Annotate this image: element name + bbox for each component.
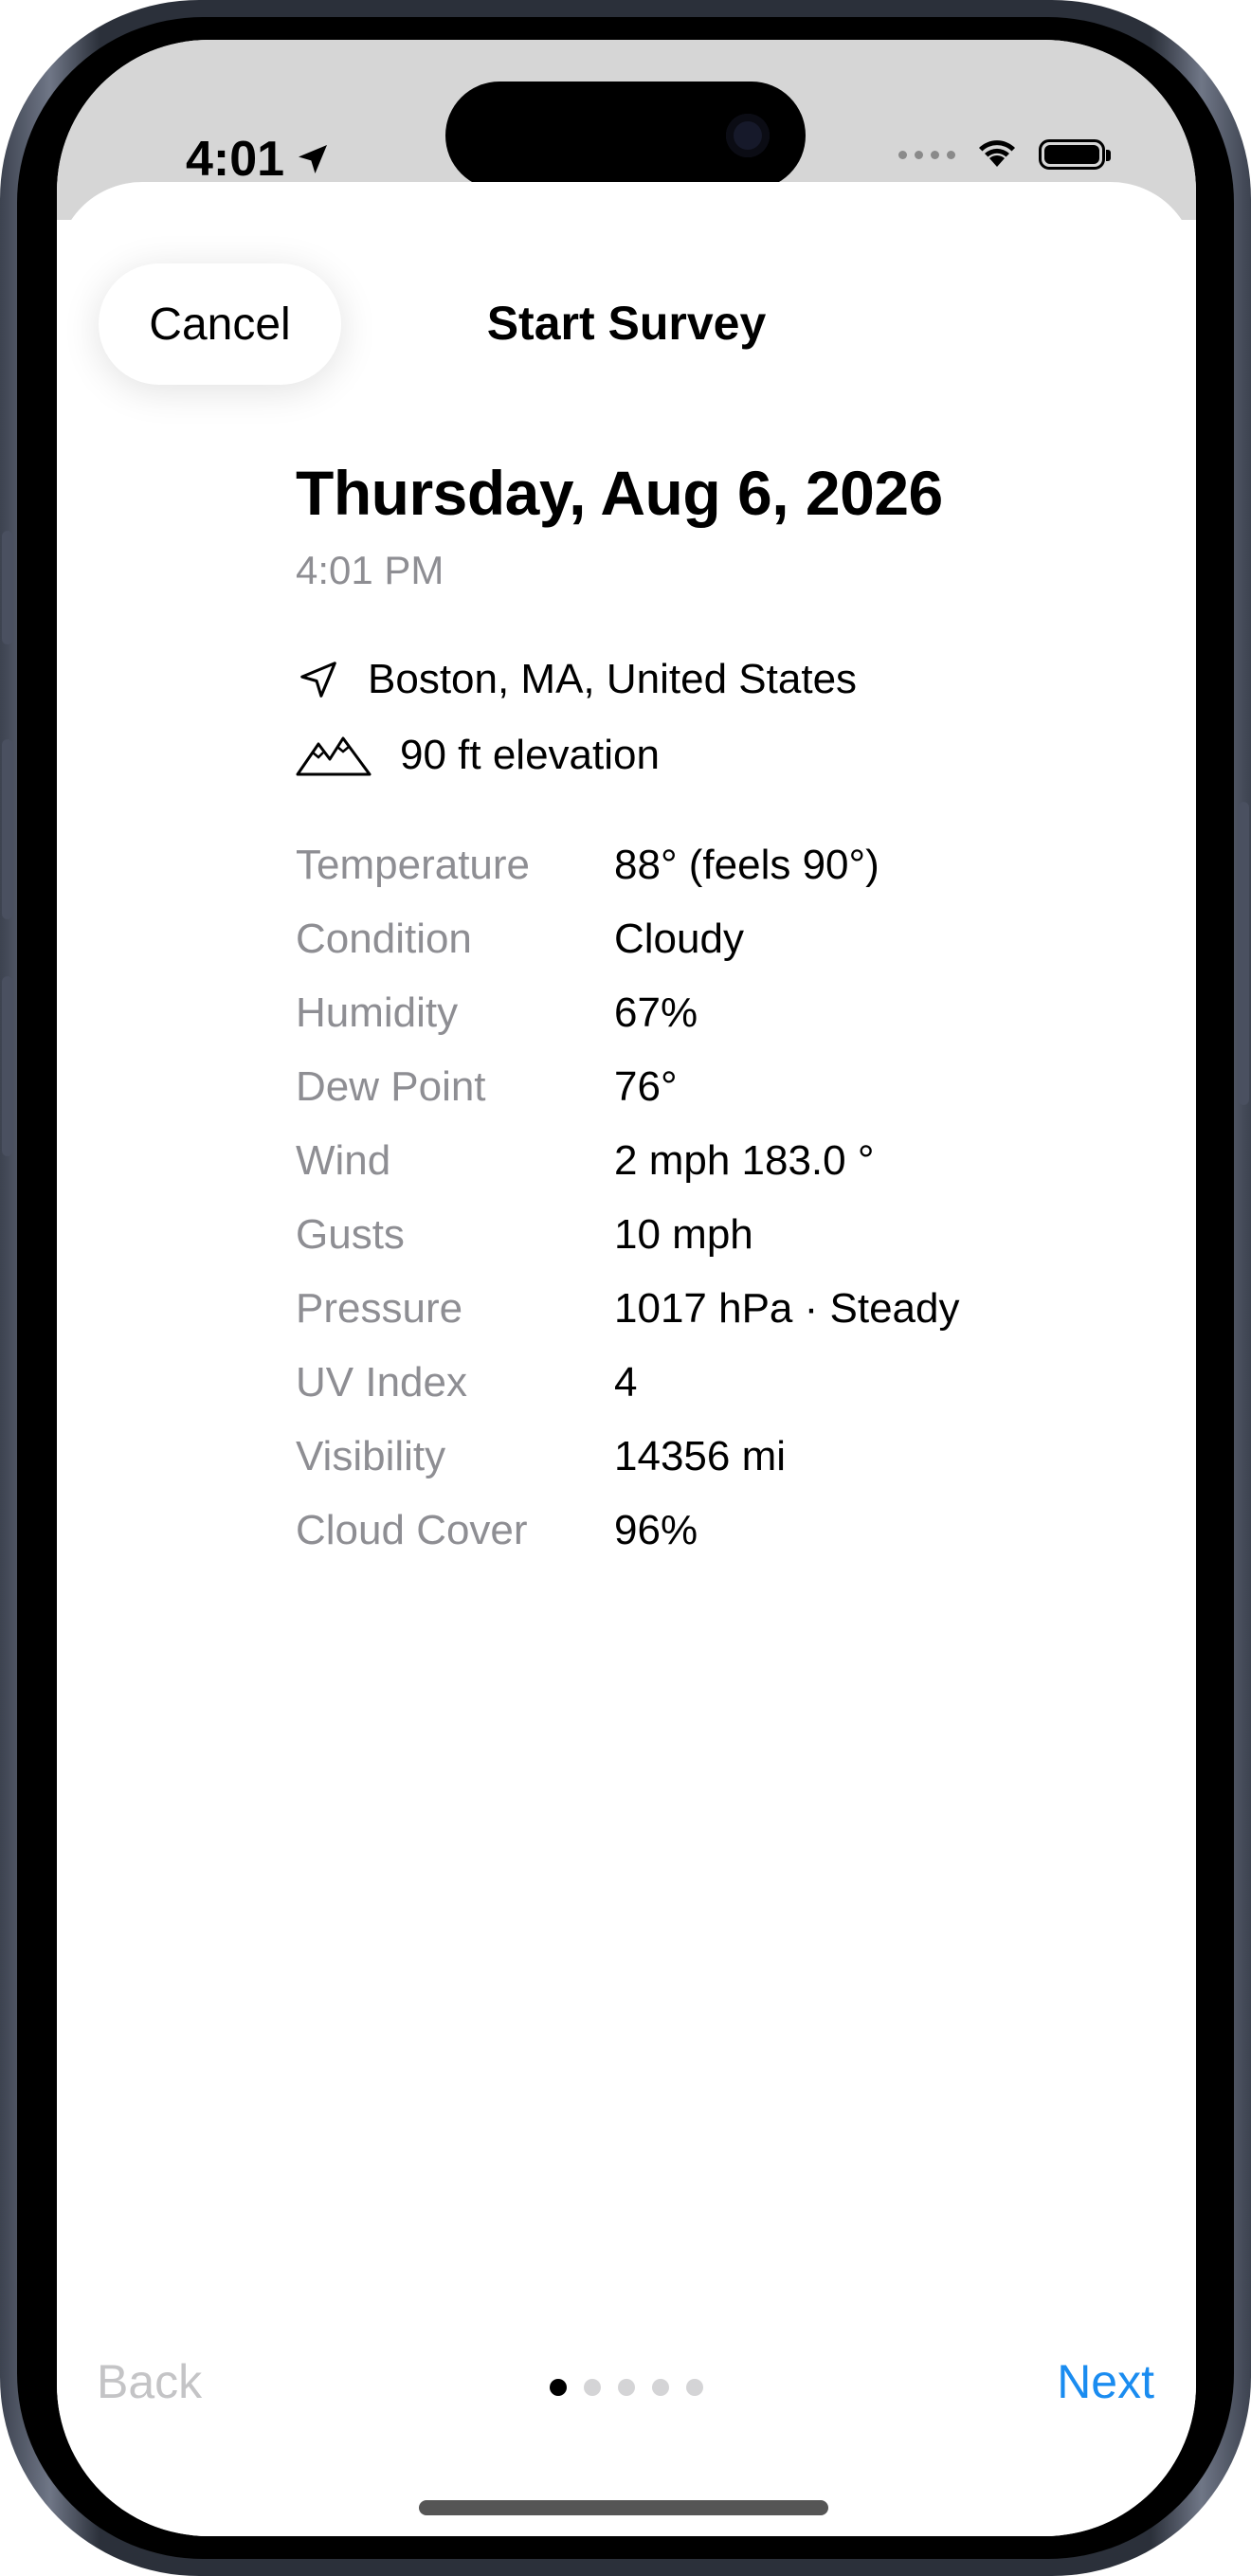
weather-value: 10 mph [614,1211,753,1258]
weather-label: Pressure [296,1285,463,1332]
weather-value: Cloudy [614,916,744,962]
weather-value: 76° [614,1063,678,1110]
elevation-label: 90 ft elevation [400,732,660,778]
weather-value: 88° (feels 90°) [614,842,879,888]
weather-row: Temperature 88° (feels 90°) [296,828,959,902]
location-arrow-icon [299,145,328,173]
screen: 4:01 Cancel Start Survey Thursday, Aug 6… [57,40,1196,2536]
weather-label: Condition [296,916,472,962]
weather-label: Wind [296,1137,391,1184]
weather-label: Humidity [296,989,459,1036]
sheet-title: Start Survey [486,297,767,350]
weather-row: Gusts 10 mph [296,1198,959,1272]
page-indicator[interactable] [550,2379,703,2396]
weather-value: 14356 mi [614,1433,787,1479]
cellular-signal-icon [898,150,955,159]
device-frame: 4:01 Cancel Start Survey Thursday, Aug 6… [0,0,1251,2576]
survey-time: 4:01 PM [296,548,444,592]
location-label: Boston, MA, United States [368,656,858,702]
battery-icon [1039,139,1111,170]
weather-row: Cloud Cover 96% [296,1494,959,1568]
weather-row: Visibility 14356 mi [296,1420,959,1494]
page-dot [686,2379,703,2396]
location-row: Boston, MA, United States [296,656,1073,703]
home-indicator[interactable] [419,2500,828,2515]
pager-footer: Back Next [57,2354,1196,2430]
wifi-icon [979,140,1015,167]
volume-up-button [2,739,13,919]
weather-value: 2 mph 183.0 ° [614,1137,875,1184]
weather-row: Condition Cloudy [296,902,959,976]
weather-value: 4 [614,1359,638,1406]
weather-table: Temperature 88° (feels 90°) Condition Clou… [296,828,959,1568]
weather-row: Pressure 1017 hPa · Steady [296,1272,959,1346]
weather-value: 1017 hPa · Steady [614,1285,960,1332]
weather-label: UV Index [296,1359,467,1406]
status-indicators [898,138,1111,171]
back-button[interactable]: Back [97,2354,202,2409]
volume-down-button [2,976,13,1156]
weather-row: UV Index 4 [296,1346,959,1420]
weather-label: Cloud Cover [296,1507,528,1553]
weather-label: Temperature [296,842,531,888]
status-time-label: 4:01 [186,132,285,187]
page-dot [618,2379,635,2396]
page-dot [584,2379,601,2396]
status-time: 4:01 [186,131,332,188]
page-dot [550,2379,567,2396]
weather-label: Dew Point [296,1063,486,1110]
elevation-row: 90 ft elevation [296,732,1073,779]
weather-row: Wind 2 mph 183.0 ° [296,1124,959,1198]
weather-value: 67% [614,989,698,1036]
action-button [2,531,13,644]
weather-row: Dew Point 76° [296,1050,959,1124]
mountains-icon [296,733,372,778]
weather-value: 96% [614,1507,698,1553]
survey-date: Thursday, Aug 6, 2026 [296,458,943,528]
weather-label: Gusts [296,1211,405,1258]
weather-row: Humidity 67% [296,976,959,1050]
dynamic-island [445,82,806,190]
camera-icon [726,114,770,157]
location-arrow-outline-icon [296,657,341,702]
weather-label: Visibility [296,1433,446,1479]
survey-summary: Thursday, Aug 6, 2026 4:01 PM Boston, MA… [296,457,1073,1568]
page-dot [652,2379,669,2396]
next-button[interactable]: Next [1057,2354,1154,2409]
side-button [1238,802,1249,1105]
